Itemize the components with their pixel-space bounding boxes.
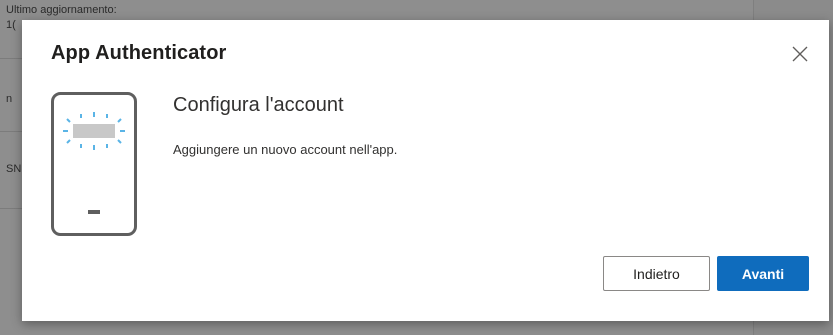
background-side-fragment: n xyxy=(6,93,13,105)
close-button[interactable] xyxy=(789,43,811,65)
setup-heading: Configura l'account xyxy=(173,94,344,116)
phone-scan-icon xyxy=(51,92,137,236)
authenticator-dialog: App Authenticator Configura l'account Ag… xyxy=(22,20,829,321)
background-value-fragment: 1( xyxy=(6,19,16,31)
back-button[interactable]: Indietro xyxy=(603,256,710,291)
next-button[interactable]: Avanti xyxy=(717,256,809,291)
background-side-fragment: SN xyxy=(6,163,22,175)
last-update-label: Ultimo aggiornamento: xyxy=(6,4,117,16)
setup-description: Aggiungere un nuovo account nell'app. xyxy=(173,142,398,157)
dialog-title: App Authenticator xyxy=(51,42,227,64)
close-icon xyxy=(792,46,808,62)
